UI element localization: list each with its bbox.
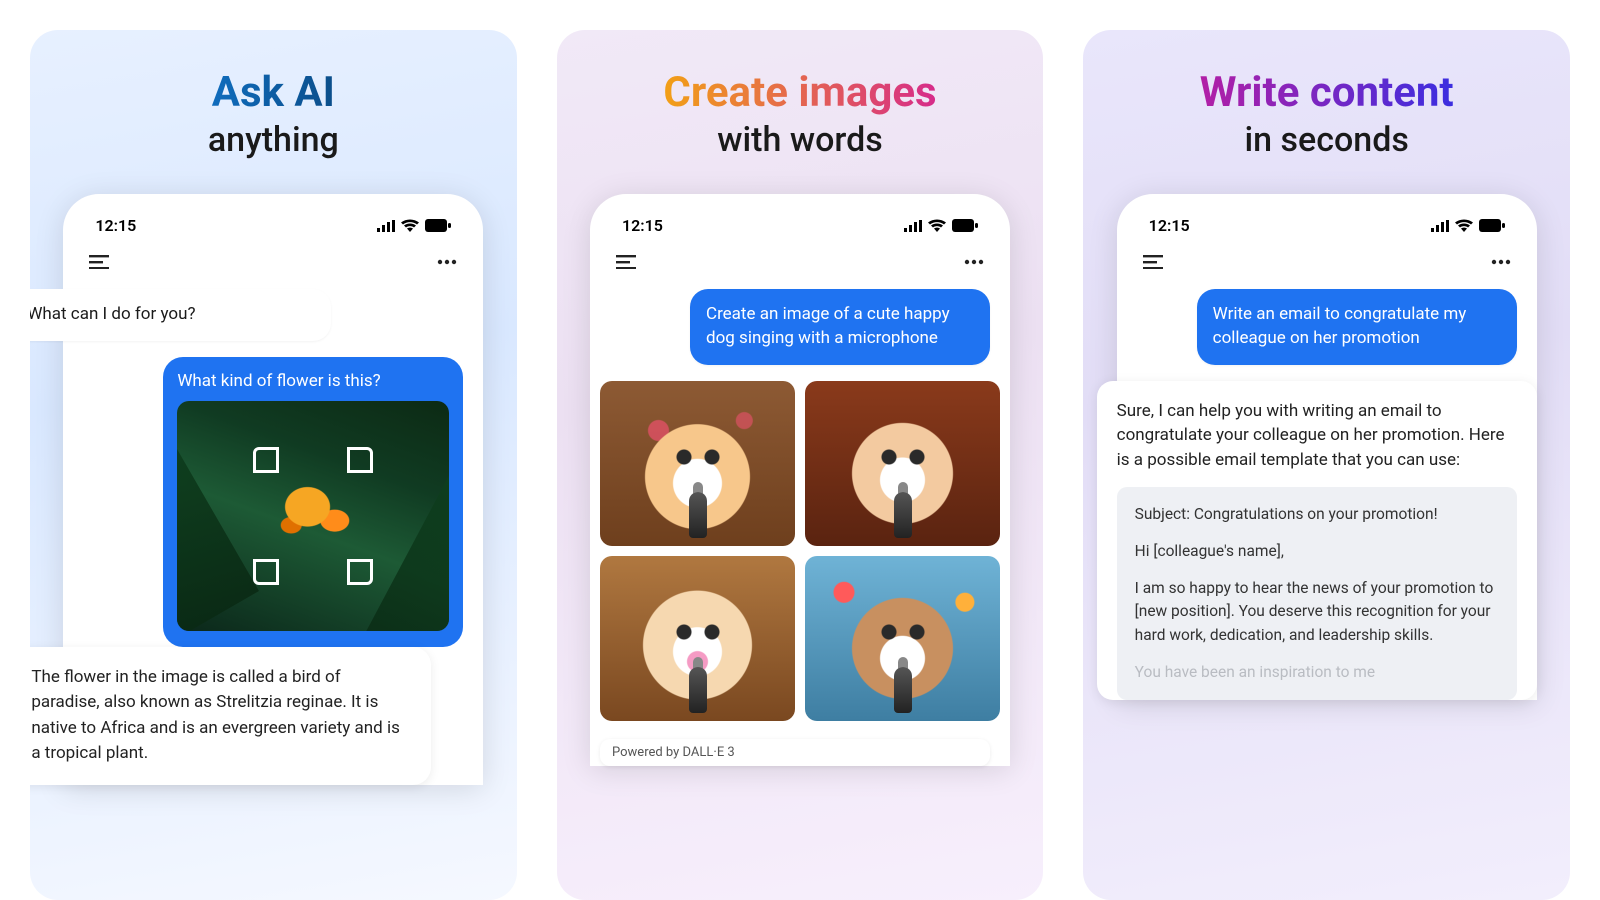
status-time: 12:15 — [95, 216, 136, 235]
status-bar: 12:15 — [1137, 216, 1517, 237]
panel-create-images: Create images with words 12:15 Create an… — [557, 30, 1044, 900]
status-bar: 12:15 — [83, 216, 463, 237]
wifi-icon — [401, 219, 419, 232]
user-message: Create an image of a cute happy dog sing… — [690, 289, 990, 365]
generated-image-2[interactable] — [805, 381, 1000, 546]
email-greeting: Hi [colleague's name], — [1135, 540, 1499, 563]
wifi-icon — [1455, 219, 1473, 232]
generated-image-4[interactable] — [805, 556, 1000, 721]
email-template: Subject: Congratulations on your promoti… — [1117, 487, 1517, 701]
app-toolbar — [1137, 237, 1517, 279]
user-message-with-image: What kind of flower is this? — [163, 357, 463, 647]
phone-mockup: 12:15 Create an image of a cute happy do… — [590, 194, 1010, 766]
cellular-signal-icon — [377, 220, 395, 232]
wifi-icon — [928, 219, 946, 232]
headline: Write content — [1200, 70, 1454, 116]
generated-image-1[interactable] — [600, 381, 795, 546]
focus-frame-icon — [253, 447, 373, 585]
battery-icon — [1479, 219, 1505, 232]
status-icons — [1431, 219, 1505, 232]
phone-mockup: 12:15 Write an email to congratulate my … — [1117, 194, 1537, 700]
flower-photo — [177, 401, 449, 631]
status-icons — [904, 219, 978, 232]
generated-image-grid — [600, 381, 1000, 721]
email-body-faded: You have been an inspiration to me — [1135, 661, 1499, 684]
battery-icon — [952, 219, 978, 232]
menu-icon[interactable] — [89, 255, 109, 269]
headline: Create images — [663, 70, 936, 116]
subline: with words — [717, 120, 882, 160]
status-icons — [377, 219, 451, 232]
phone-mockup: 12:15 What can I do for you? What kind o… — [63, 194, 483, 785]
promo-panels: Ask AI anything 12:15 What can I do for … — [0, 0, 1600, 900]
ai-intro-text: Sure, I can help you with writing an ema… — [1117, 399, 1517, 473]
panel-write-content: Write content in seconds 12:15 Write an … — [1083, 30, 1570, 900]
menu-icon[interactable] — [1143, 255, 1163, 269]
powered-by-badge: Powered by DALL·E 3 — [600, 739, 990, 766]
status-time: 12:15 — [1149, 216, 1190, 235]
app-toolbar — [83, 237, 463, 279]
user-message: Write an email to congratulate my collea… — [1197, 289, 1517, 365]
ai-answer: The flower in the image is called a bird… — [30, 647, 431, 785]
chat-area: Write an email to congratulate my collea… — [1137, 279, 1517, 700]
status-time: 12:15 — [622, 216, 663, 235]
generated-image-3[interactable] — [600, 556, 795, 721]
cellular-signal-icon — [904, 220, 922, 232]
status-bar: 12:15 — [610, 216, 990, 237]
cellular-signal-icon — [1431, 220, 1449, 232]
subline: in seconds — [1244, 120, 1408, 160]
battery-icon — [425, 219, 451, 232]
chat-area: Create an image of a cute happy dog sing… — [610, 279, 990, 766]
menu-icon[interactable] — [616, 255, 636, 269]
email-body: I am so happy to hear the news of your p… — [1135, 577, 1499, 647]
user-question: What kind of flower is this? — [177, 371, 449, 391]
more-icon[interactable] — [437, 259, 457, 265]
more-icon[interactable] — [964, 259, 984, 265]
app-toolbar — [610, 237, 990, 279]
panel-ask-ai: Ask AI anything 12:15 What can I do for … — [30, 30, 517, 900]
chat-area: What can I do for you? What kind of flow… — [83, 279, 463, 785]
email-subject: Subject: Congratulations on your promoti… — [1135, 503, 1499, 526]
ai-message: Sure, I can help you with writing an ema… — [1097, 381, 1537, 700]
subline: anything — [208, 120, 339, 160]
more-icon[interactable] — [1491, 259, 1511, 265]
ai-message: What can I do for you? — [30, 289, 331, 341]
headline: Ask AI — [212, 70, 335, 116]
